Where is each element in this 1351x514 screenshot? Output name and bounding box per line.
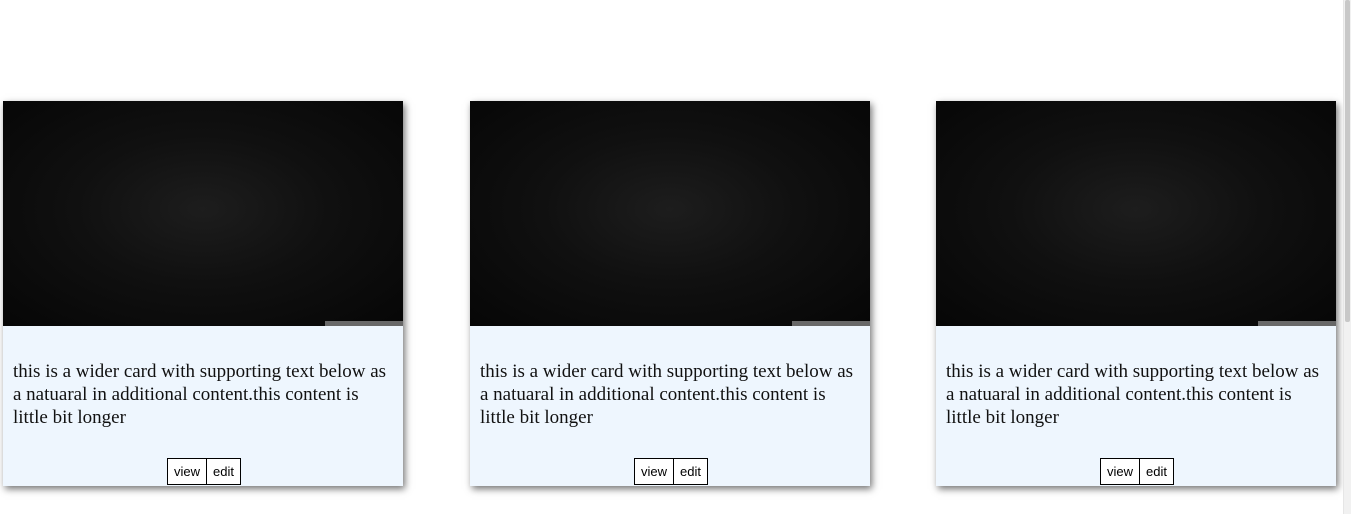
button-group: view edit: [634, 458, 708, 485]
card-text: this is a wider card with supporting tex…: [13, 361, 387, 428]
scrollbar-thumb[interactable]: [1345, 0, 1350, 322]
card-image: [3, 101, 403, 326]
card-body: this is a wider card with supporting tex…: [936, 326, 1336, 486]
card: this is a wider card with supporting tex…: [470, 101, 870, 486]
button-group: view edit: [1100, 458, 1174, 485]
view-button[interactable]: view: [167, 458, 208, 485]
edit-button[interactable]: edit: [1139, 458, 1174, 485]
card-image: [470, 101, 870, 326]
card-body: this is a wider card with supporting tex…: [3, 326, 403, 486]
card: this is a wider card with supporting tex…: [3, 101, 403, 486]
card-text: this is a wider card with supporting tex…: [480, 361, 854, 428]
edit-button[interactable]: edit: [673, 458, 708, 485]
edit-button[interactable]: edit: [206, 458, 241, 485]
card: this is a wider card with supporting tex…: [936, 101, 1336, 486]
view-button[interactable]: view: [1100, 458, 1141, 485]
vertical-scrollbar[interactable]: [1343, 0, 1351, 514]
button-group: view edit: [167, 458, 241, 485]
card-image: [936, 101, 1336, 326]
view-button[interactable]: view: [634, 458, 675, 485]
card-body: this is a wider card with supporting tex…: [470, 326, 870, 486]
card-text: this is a wider card with supporting tex…: [946, 361, 1320, 428]
